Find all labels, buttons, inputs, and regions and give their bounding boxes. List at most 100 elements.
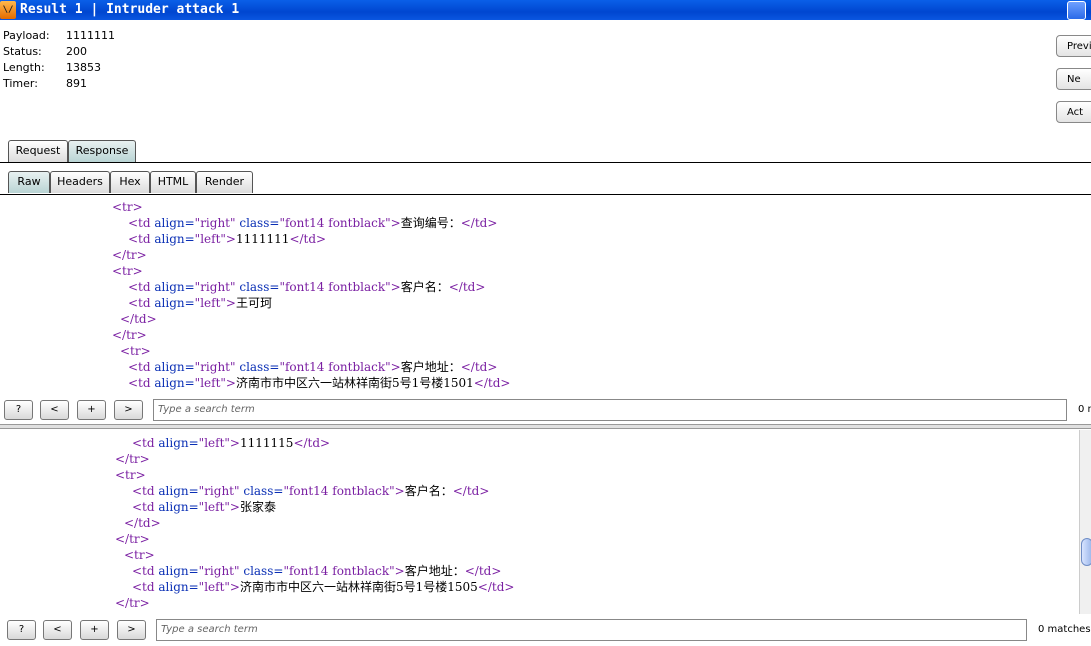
response-raw-text-bottom[interactable]: <td align="left">1111115</td> </tr> <tr> <t… xyxy=(0,430,1091,614)
length-label: Length: xyxy=(3,61,45,74)
timer-value: 891 xyxy=(66,77,87,90)
code-token: "font14 fontblack" xyxy=(279,280,391,294)
code-line: </tr> xyxy=(115,451,150,467)
request-response-tabs: Request Response xyxy=(0,139,1091,163)
code-token: > xyxy=(394,484,405,498)
code-token: <tr> xyxy=(112,200,143,214)
code-token: align= xyxy=(154,216,195,230)
split-divider[interactable] xyxy=(0,424,1091,429)
search-next-button[interactable]: > xyxy=(114,400,143,420)
result-info: Payload: 1111111 Status: 200 Length: 13853 … xyxy=(3,28,203,92)
response-raw-text-top[interactable]: <tr> <td align="right" class="font14 font… xyxy=(0,198,1091,396)
code-token: 济南市市中区六一站林祥南街5号1号楼1505 xyxy=(239,580,478,594)
code-token: </td> xyxy=(124,516,161,530)
search-bar-top: ? < + > Type a search term 0 n xyxy=(0,398,1091,424)
code-token: <td xyxy=(128,216,155,230)
tab-hex[interactable]: Hex xyxy=(110,171,150,193)
code-token: <td xyxy=(128,232,155,246)
scrollbar-thumb[interactable] xyxy=(1081,538,1091,566)
code-token: </td> xyxy=(120,312,157,326)
search-input[interactable]: Type a search term xyxy=(153,399,1067,421)
burp-app-icon: \/ xyxy=(0,1,16,19)
code-line: <tr> xyxy=(120,343,151,359)
search-prev-button[interactable]: < xyxy=(40,400,69,420)
tab-render[interactable]: Render xyxy=(196,171,253,193)
code-token: align= xyxy=(154,376,195,390)
code-token: "right" xyxy=(194,360,240,374)
code-line: <tr> xyxy=(124,547,155,563)
code-token: <tr> xyxy=(115,468,146,482)
title-bar: \/ Result 1 | Intruder attack 1 xyxy=(0,0,1091,20)
code-token: </tr> xyxy=(115,532,150,546)
code-token: 查询编号： xyxy=(400,216,461,230)
code-token: align= xyxy=(154,360,195,374)
code-token: </tr> xyxy=(115,452,150,466)
tab-headers[interactable]: Headers xyxy=(50,171,110,193)
code-token: </td> xyxy=(464,564,502,578)
window-control-button[interactable] xyxy=(1067,1,1086,20)
code-token: </tr> xyxy=(112,248,147,262)
search-add-button[interactable]: + xyxy=(80,620,109,640)
code-line: <td align="right" class="font14 fontblac… xyxy=(132,483,489,499)
code-token: 1111111 xyxy=(235,232,290,246)
code-line: <td align="left">1111111</td> xyxy=(128,231,326,247)
code-token: </tr> xyxy=(112,328,147,342)
search-next-button[interactable]: > xyxy=(117,620,146,640)
code-token: </td> xyxy=(460,360,498,374)
payload-value: 1111111 xyxy=(66,29,115,42)
code-token: "left" xyxy=(194,232,226,246)
code-token: align= xyxy=(154,280,195,294)
code-token: > xyxy=(390,216,401,230)
code-token: <td xyxy=(132,436,159,450)
previous-button[interactable]: Previ xyxy=(1056,35,1091,57)
code-token: > xyxy=(225,232,236,246)
code-token: 客户名： xyxy=(404,484,453,498)
tab-raw[interactable]: Raw xyxy=(8,171,50,193)
code-line: <td align="right" class="font14 fontblac… xyxy=(128,215,497,231)
code-line: </tr> xyxy=(115,531,150,547)
payload-label: Payload: xyxy=(3,29,50,42)
code-token: 济南市市中区六一站林祥南街5号1号楼1501 xyxy=(235,376,474,390)
tab-request[interactable]: Request xyxy=(8,140,68,162)
code-token: "right" xyxy=(198,564,244,578)
code-token: 客户名： xyxy=(400,280,449,294)
code-token: align= xyxy=(154,296,195,310)
code-token: > xyxy=(229,580,240,594)
code-token: "font14 fontblack" xyxy=(279,360,391,374)
code-token: align= xyxy=(158,500,199,514)
search-input[interactable]: Type a search term xyxy=(156,619,1027,641)
code-token: "left" xyxy=(194,296,226,310)
search-prev-button[interactable]: < xyxy=(43,620,72,640)
match-count: 0 n xyxy=(1078,404,1091,415)
code-token: align= xyxy=(158,436,199,450)
code-token: "font14 fontblack" xyxy=(283,484,395,498)
code-token: 张家泰 xyxy=(239,500,276,514)
help-button[interactable]: ? xyxy=(4,400,33,420)
code-token: <tr> xyxy=(124,548,155,562)
code-token: <td xyxy=(128,280,155,294)
code-line: <td align="left">济南市市中区六一站林祥南街5号1号楼1501<… xyxy=(128,375,510,391)
code-token: align= xyxy=(158,484,199,498)
help-button[interactable]: ? xyxy=(7,620,36,640)
code-token: > xyxy=(225,296,236,310)
window-title: Result 1 | Intruder attack 1 xyxy=(20,2,240,17)
action-button[interactable]: Act xyxy=(1056,101,1091,123)
code-token: <tr> xyxy=(112,264,143,278)
code-token: > xyxy=(225,376,236,390)
length-value: 13853 xyxy=(66,61,101,74)
view-tabs: Raw Headers Hex HTML Render xyxy=(0,170,1091,195)
code-line: <td align="left">王可珂 xyxy=(128,295,272,311)
next-button[interactable]: Ne xyxy=(1056,68,1091,90)
search-add-button[interactable]: + xyxy=(77,400,106,420)
tab-response[interactable]: Response xyxy=(68,140,136,162)
code-line: </tr> xyxy=(112,327,147,343)
code-token: "right" xyxy=(194,216,240,230)
code-token: "left" xyxy=(198,580,230,594)
code-token: <td xyxy=(128,296,155,310)
tab-html[interactable]: HTML xyxy=(150,171,196,193)
code-line: <td align="left">1111115</td> xyxy=(132,435,330,451)
code-token: <td xyxy=(132,484,159,498)
code-token: 王可珂 xyxy=(235,296,272,310)
vertical-scrollbar[interactable] xyxy=(1079,430,1091,614)
code-line: <td align="left">济南市市中区六一站林祥南街5号1号楼1505<… xyxy=(132,579,514,595)
